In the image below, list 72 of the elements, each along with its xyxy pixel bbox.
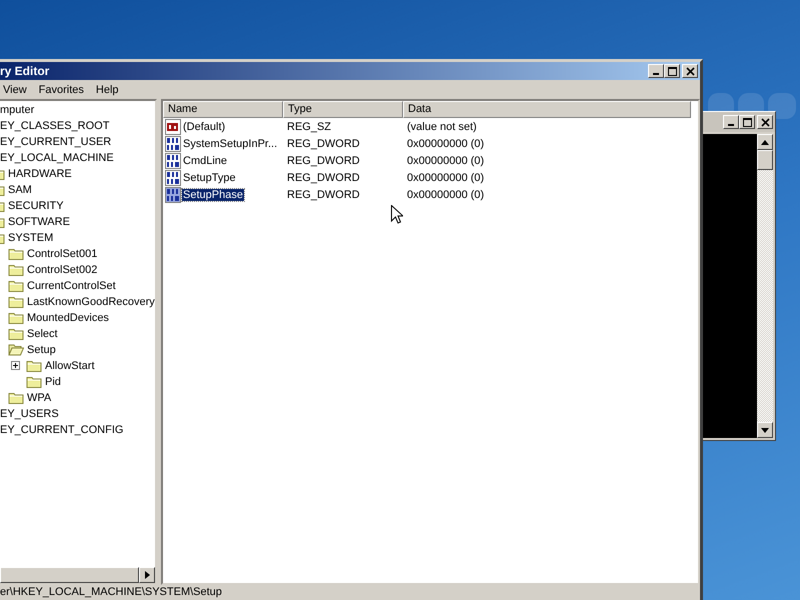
minimize-icon [653, 73, 659, 75]
tree-item[interactable]: ControlSet002 [27, 264, 98, 276]
value-name[interactable]: SystemSetupInPr... [182, 138, 278, 150]
window-title: ry Editor [0, 64, 50, 78]
value-type: REG_DWORD [286, 172, 361, 184]
tree-item[interactable]: LastKnownGoodRecovery [27, 296, 155, 308]
maximize-button[interactable] [664, 64, 680, 78]
string-value-icon [165, 118, 181, 134]
value-name[interactable]: SetupPhase [182, 188, 244, 200]
value-type: REG_DWORD [286, 154, 361, 166]
close-button[interactable] [682, 64, 698, 78]
tree-item[interactable]: SAM [8, 184, 32, 196]
tree-item[interactable]: Setup [27, 344, 56, 356]
scroll-thumb[interactable] [757, 150, 773, 170]
wallpaper-shape [768, 93, 796, 119]
tree-item[interactable]: EY_CURRENT_CONFIG [0, 424, 124, 436]
value-data: 0x00000000 (0) [406, 138, 486, 150]
right-arrow-icon [144, 571, 150, 579]
menu-item[interactable]: Favorites [32, 84, 90, 96]
tree-item[interactable]: AllowStart [45, 360, 95, 372]
mouse-cursor-icon [391, 205, 403, 224]
binary-value-icon [165, 170, 181, 186]
column-header[interactable]: Name [163, 101, 283, 118]
minimize-button[interactable] [723, 115, 739, 129]
tree-item[interactable]: Pid [45, 376, 61, 388]
maximize-button[interactable] [739, 115, 755, 129]
tree-item[interactable]: MountedDevices [27, 312, 109, 324]
tree-item[interactable]: SYSTEM [8, 232, 54, 244]
binary-value-icon [165, 186, 181, 202]
tree-item[interactable]: EY_USERS [0, 408, 59, 420]
value-data: (value not set) [406, 120, 478, 132]
maximize-icon [742, 118, 752, 126]
binary-value-icon [165, 152, 181, 168]
minimize-icon [728, 124, 734, 126]
tree-item[interactable]: Select [27, 328, 58, 340]
value-name[interactable]: (Default) [182, 120, 226, 132]
column-header[interactable]: Type [283, 101, 403, 118]
status-path: er\HKEY_LOCAL_MACHINE\SYSTEM\Setup [0, 586, 222, 598]
value-type: REG_DWORD [286, 138, 361, 150]
value-name[interactable]: CmdLine [182, 154, 228, 166]
expand-icon[interactable] [11, 361, 20, 370]
tree-item[interactable]: EY_LOCAL_MACHINE [0, 152, 114, 164]
tree-item[interactable]: CurrentControlSet [27, 280, 116, 292]
menu-item[interactable]: Help [90, 84, 125, 96]
close-icon [686, 66, 694, 76]
value-data: 0x00000000 (0) [406, 154, 486, 166]
up-arrow-icon [761, 140, 769, 144]
tree-item[interactable]: EY_CLASSES_ROOT [0, 120, 110, 132]
tree-item[interactable]: EY_CURRENT_USER [0, 136, 112, 148]
scroll-up-button[interactable] [757, 134, 773, 150]
down-arrow-icon [761, 428, 769, 432]
maximize-icon [668, 66, 676, 76]
tree-item[interactable]: WPA [27, 392, 52, 404]
tree-item[interactable]: mputer [0, 104, 34, 116]
menu-item[interactable]: View [0, 84, 33, 96]
scroll-right-button[interactable] [139, 567, 155, 583]
tree-item[interactable]: SOFTWARE [8, 216, 70, 228]
minimize-button[interactable] [648, 64, 664, 78]
value-name[interactable]: SetupType [182, 172, 237, 184]
close-icon [760, 118, 770, 126]
value-data: 0x00000000 (0) [406, 188, 486, 200]
close-button[interactable] [757, 115, 773, 129]
tree-item[interactable]: HARDWARE [8, 168, 72, 180]
tree-item[interactable]: ControlSet001 [27, 248, 98, 260]
value-data: 0x00000000 (0) [406, 172, 486, 184]
vertical-scrollbar[interactable] [757, 134, 773, 438]
value-type: REG_DWORD [286, 188, 361, 200]
binary-value-icon [165, 136, 181, 152]
column-header[interactable]: Data [403, 101, 691, 118]
value-type: REG_SZ [286, 120, 332, 132]
scroll-down-button[interactable] [757, 422, 773, 438]
tree-item[interactable]: SECURITY [8, 200, 64, 212]
